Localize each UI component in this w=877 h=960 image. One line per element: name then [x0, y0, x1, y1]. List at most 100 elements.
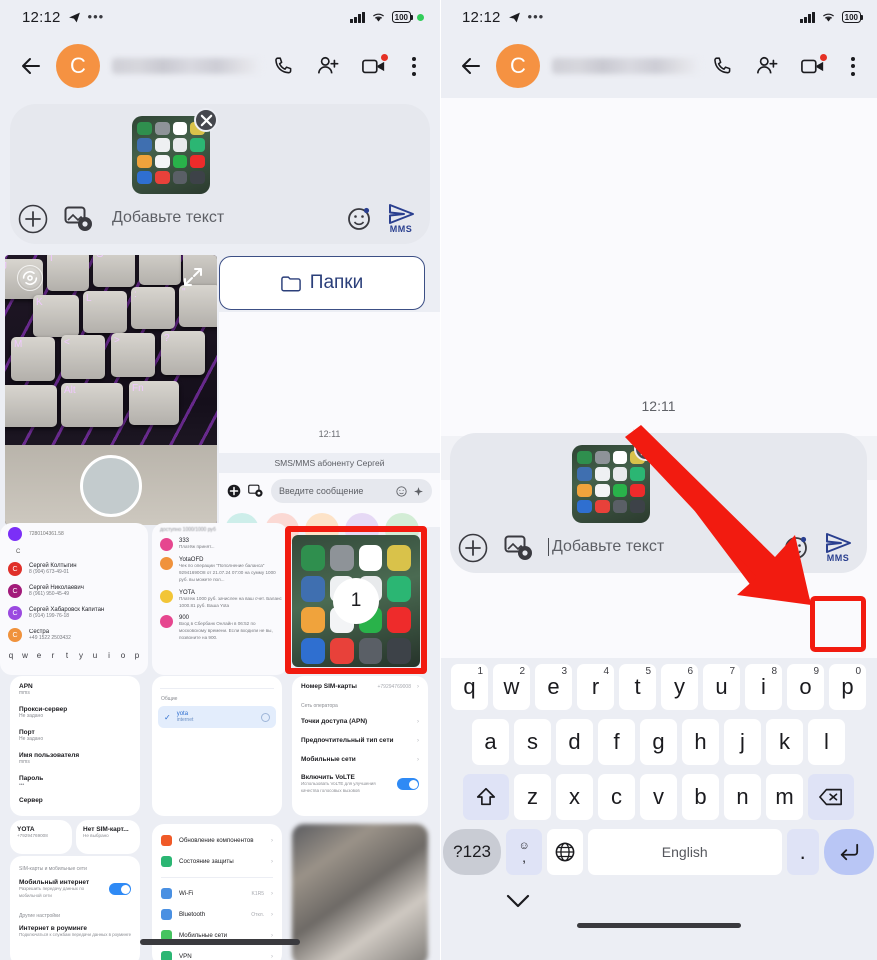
call-icon[interactable]: [711, 55, 733, 77]
sms-row[interactable]: YOTA Платеж 1000 руб. зачислен на ваш сч…: [152, 587, 288, 613]
close-attachment-icon[interactable]: [634, 437, 658, 461]
blurred-photo-thumbnail[interactable]: [292, 824, 428, 960]
roaming-row[interactable]: Интернет в роуминге Подключаться к служб…: [10, 923, 140, 941]
settings-row[interactable]: Обновление компонентов ›: [152, 830, 282, 851]
key-d[interactable]: d: [556, 719, 593, 765]
composer-input-area[interactable]: Добавьте текст MMS: [548, 529, 857, 565]
key-u[interactable]: 7u: [703, 664, 740, 710]
sms-row[interactable]: 333 Платёж принят...: [152, 535, 288, 554]
apn-row[interactable]: APN mms: [10, 676, 140, 701]
chat-input-box[interactable]: Введите сообщение: [271, 479, 432, 503]
chevron-down-icon[interactable]: [505, 892, 531, 915]
camera-gallery-icon[interactable]: [62, 202, 96, 236]
key-l[interactable]: l: [808, 719, 845, 765]
sms-row[interactable]: YotaOFD Чек по операции "Пополнение бала…: [152, 554, 288, 587]
close-attachment-icon[interactable]: [194, 108, 218, 132]
apn-row[interactable]: Порт Не задано: [10, 724, 140, 747]
camera-preview[interactable]: J I O P K L : " M < > ? Alt Fn: [5, 255, 217, 525]
plus-icon[interactable]: [456, 531, 490, 565]
key-f[interactable]: f: [598, 719, 635, 765]
key-h[interactable]: h: [682, 719, 719, 765]
key-j[interactable]: j: [724, 719, 761, 765]
sim-row[interactable]: Предпочтительный тип сети ›: [292, 731, 428, 750]
key-n[interactable]: n: [724, 774, 761, 820]
avatar[interactable]: C: [496, 44, 540, 88]
emoji-icon[interactable]: [346, 205, 372, 231]
add-person-icon[interactable]: [316, 55, 340, 77]
camera-gallery-icon[interactable]: [248, 484, 264, 498]
apn-row[interactable]: Прокси-сервер Не задано: [10, 701, 140, 724]
call-icon[interactable]: [272, 55, 294, 77]
overflow-menu-icon[interactable]: [408, 56, 420, 76]
key-s[interactable]: s: [514, 719, 551, 765]
volte-toggle[interactable]: [397, 778, 419, 791]
back-button[interactable]: [14, 49, 48, 83]
emoji-icon[interactable]: [396, 485, 407, 497]
key-c[interactable]: c: [598, 774, 635, 820]
sim-footer-card-right[interactable]: Нет SIM-карт... Не выбрано: [76, 820, 140, 854]
emoji-comma-key[interactable]: ☺ ,: [506, 829, 542, 875]
camera-gallery-icon[interactable]: [502, 531, 536, 565]
shift-icon[interactable]: [463, 774, 509, 820]
key-w[interactable]: 2w: [493, 664, 530, 710]
key-y[interactable]: 6y: [661, 664, 698, 710]
key-o[interactable]: 9o: [787, 664, 824, 710]
key-v[interactable]: v: [640, 774, 677, 820]
rotate-camera-icon[interactable]: [17, 265, 43, 291]
mobile-data-toggle[interactable]: [109, 883, 131, 896]
sms-row[interactable]: 900 Вход в Сбербанк Онлайн в 06:52 по мо…: [152, 612, 288, 645]
back-button[interactable]: [454, 49, 488, 83]
selected-screenshot-thumbnail[interactable]: 1: [292, 535, 420, 667]
volte-row[interactable]: Включить VoLTE Использовать VoLTE для ул…: [292, 769, 428, 799]
key-z[interactable]: z: [514, 774, 551, 820]
settings-row[interactable]: Состояние защиты ›: [152, 851, 282, 872]
overflow-menu-icon[interactable]: [847, 56, 859, 76]
apn-row[interactable]: Сервер: [10, 793, 140, 808]
key-b[interactable]: b: [682, 774, 719, 820]
emoji-icon[interactable]: [783, 534, 809, 560]
key-a[interactable]: a: [472, 719, 509, 765]
plus-icon[interactable]: [227, 484, 241, 498]
key-m[interactable]: m: [766, 774, 803, 820]
apn-row[interactable]: Пароль •••: [10, 770, 140, 793]
globe-icon[interactable]: [547, 829, 583, 875]
add-person-icon[interactable]: [755, 55, 779, 77]
apn-list-selected-row[interactable]: ✓ yota internet: [158, 706, 276, 728]
composer-input-area[interactable]: Добавьте текст MMS: [108, 200, 420, 236]
avatar[interactable]: C: [56, 44, 100, 88]
video-call-icon[interactable]: [362, 54, 388, 75]
sim-row[interactable]: Номер SIM-карты +79294769008 ›: [292, 676, 428, 697]
expand-icon[interactable]: [181, 265, 205, 289]
key-q[interactable]: 1q: [451, 664, 488, 710]
plus-icon[interactable]: [16, 202, 50, 236]
contact-row[interactable]: С Сестра +49 1522 2503432: [0, 624, 148, 646]
key-p[interactable]: 0p: [829, 664, 866, 710]
sim-row[interactable]: Мобильные сети ›: [292, 750, 428, 769]
settings-row[interactable]: Wi-Fi K1R5 ›: [152, 883, 282, 904]
shutter-button[interactable]: [80, 455, 142, 517]
send-mms-button[interactable]: MMS: [819, 529, 857, 565]
send-mms-button[interactable]: MMS: [382, 200, 420, 236]
settings-row[interactable]: VPN ›: [152, 946, 282, 960]
contact-row[interactable]: С Сергей Хабаровск Капитан 8 (914) 199-7…: [0, 602, 148, 624]
backspace-icon[interactable]: [808, 774, 854, 820]
key-t[interactable]: 5t: [619, 664, 656, 710]
contact-row[interactable]: С Сергей Колтыгин 8 (904) 673-49-01: [0, 558, 148, 580]
key-g[interactable]: g: [640, 719, 677, 765]
key-e[interactable]: 3e: [535, 664, 572, 710]
symbols-key[interactable]: ?123: [443, 829, 502, 875]
key-r[interactable]: 4r: [577, 664, 614, 710]
sticker-icon[interactable]: [413, 486, 424, 497]
apn-row[interactable]: Имя пользователя mms: [10, 747, 140, 770]
mobile-data-toggle-row[interactable]: Мобильный интернет Разрешить передачу да…: [10, 877, 140, 907]
contact-row[interactable]: С Сергей Николаевич 8 (961) 950-45-49: [0, 580, 148, 602]
key-k[interactable]: k: [766, 719, 803, 765]
sim-footer-card-left[interactable]: YOTA +79294769008: [10, 820, 72, 854]
space-key[interactable]: English: [587, 829, 782, 875]
period-key[interactable]: .: [786, 829, 819, 875]
folders-button[interactable]: Папки: [219, 256, 425, 310]
sim-row[interactable]: Точки доступа (APN) ›: [292, 712, 428, 731]
enter-icon[interactable]: [823, 829, 875, 875]
settings-row[interactable]: Bluetooth Откл. ›: [152, 904, 282, 925]
key-i[interactable]: 8i: [745, 664, 782, 710]
